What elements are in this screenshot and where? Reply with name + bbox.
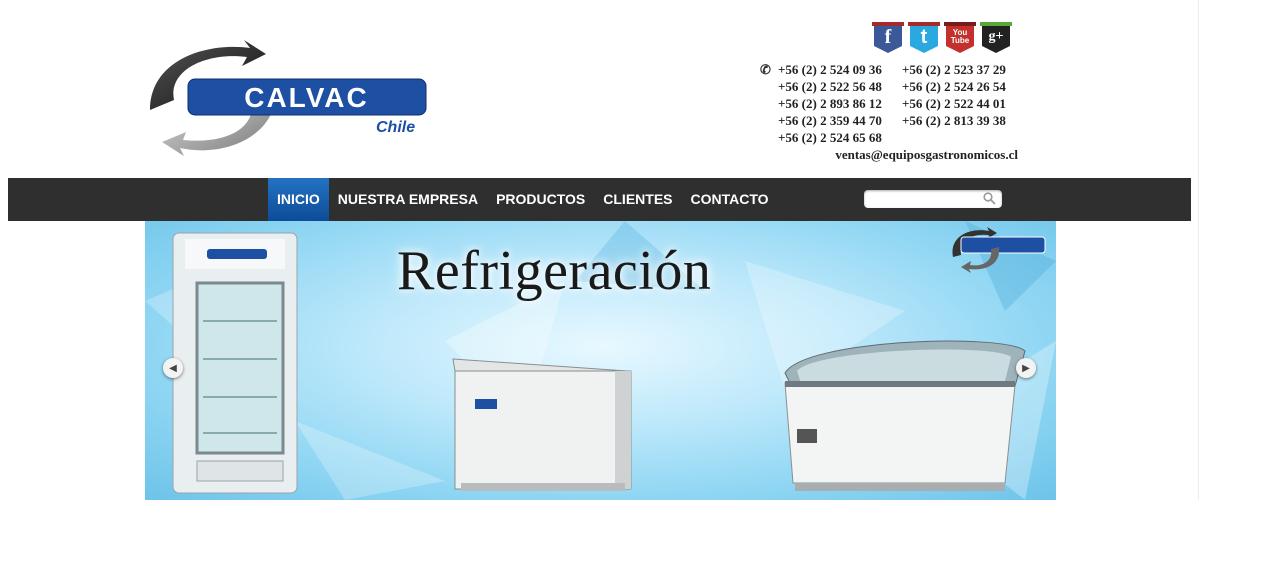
search-icon[interactable] [983,192,996,210]
phone-icon: ✆ [760,62,771,77]
display-fridge [172,232,298,494]
twitter-icon[interactable]: t [908,20,940,54]
main-nav: INICIO NUESTRA EMPRESA PRODUCTOS CLIENTE… [8,178,1191,221]
google-plus-icon[interactable]: g+ [980,20,1012,54]
facebook-icon[interactable]: f [872,20,904,54]
youtube-icon[interactable]: You Tube [944,20,976,54]
social-links: f t You Tube g+ [872,20,1012,54]
phone-number[interactable]: +56 (2) 2 524 65 68 [778,129,902,146]
phone-number[interactable]: +56 (2) 2 522 56 48 [778,78,902,95]
nav-menu: INICIO NUESTRA EMPRESA PRODUCTOS CLIENTE… [268,178,778,221]
slide-title: Refrigeración [397,240,712,302]
hero-slider: Refrigeración ◀ ▶ [145,221,1056,500]
nav-item-nuestra-empresa[interactable]: NUESTRA EMPRESA [329,178,487,221]
page-edge-rule [1198,0,1199,500]
logo-wordmark: CALVAC [244,82,369,113]
chest-freezer [452,358,632,491]
search-input[interactable] [868,191,984,209]
email-link[interactable]: ventas@equiposgastronomicos.cl [760,146,1020,164]
nav-item-contacto[interactable]: CONTACTO [682,178,778,221]
nav-item-productos[interactable]: PRODUCTOS [487,178,594,221]
nav-item-inicio[interactable]: INICIO [268,178,329,221]
nav-item-clientes[interactable]: CLIENTES [594,178,681,221]
chevron-left-icon: ◀ [169,362,177,374]
slider-prev-button[interactable]: ◀ [163,358,183,378]
curved-glass-freezer [784,340,1026,491]
phone-number[interactable]: +56 (2) 2 523 37 29 [902,61,1026,78]
phone-number[interactable]: +56 (2) 2 524 26 54 [902,78,1026,95]
phone-list: +56 (2) 2 524 09 36 +56 (2) 2 523 37 29 … [778,61,1020,146]
phone-number[interactable]: +56 (2) 2 524 09 36 [778,61,902,78]
phone-number[interactable]: +56 (2) 2 522 44 01 [902,95,1026,112]
search-box [864,190,1002,210]
calvac-logo[interactable]: CALVAC Chile [146,40,431,158]
phone-number[interactable]: +56 (2) 2 893 86 12 [778,95,902,112]
chevron-right-icon: ▶ [1022,362,1030,374]
contact-block: ✆ +56 (2) 2 524 09 36 +56 (2) 2 523 37 2… [760,61,1020,164]
slider-next-button[interactable]: ▶ [1016,358,1036,378]
phone-number[interactable]: +56 (2) 2 359 44 70 [778,112,902,129]
phone-number[interactable]: +56 (2) 2 813 39 38 [902,112,1026,129]
logo-subtitle: Chile [376,119,416,136]
